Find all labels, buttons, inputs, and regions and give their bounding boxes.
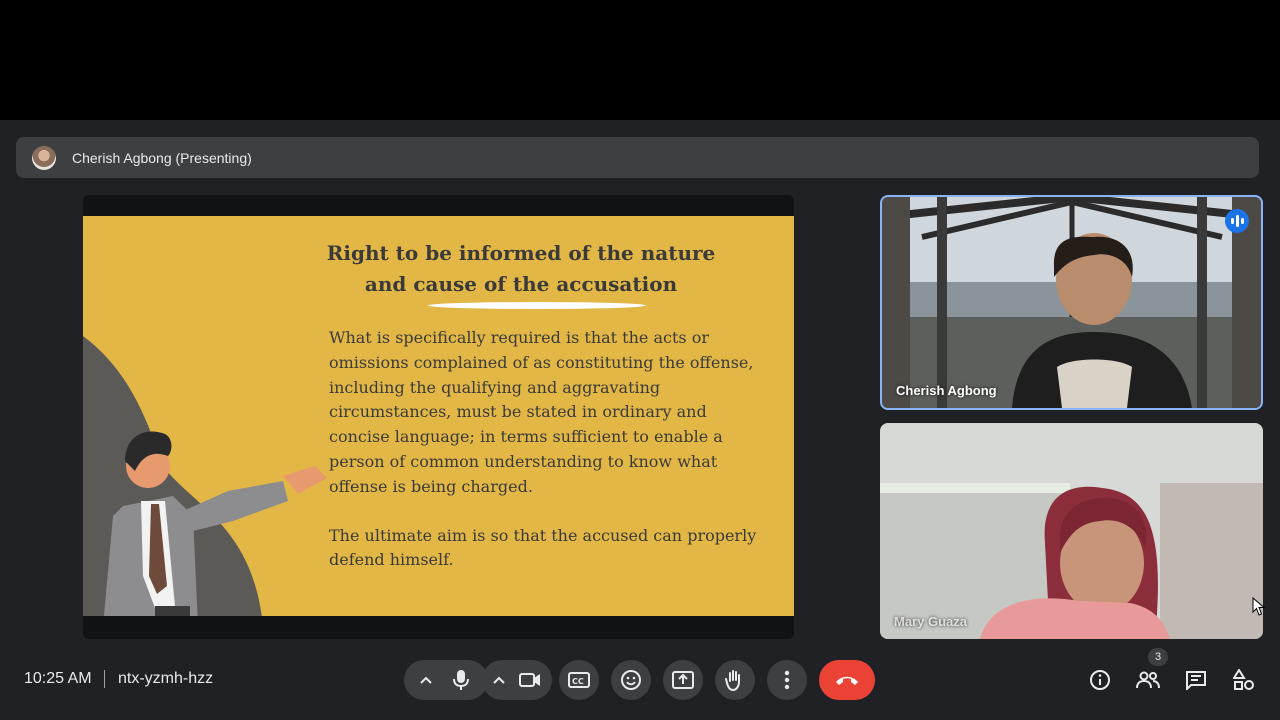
- participant-name: Cherish Agbong: [896, 383, 997, 398]
- present-icon[interactable]: [663, 660, 703, 700]
- presenter-label: Cherish Agbong (Presenting): [72, 149, 252, 166]
- people-icon[interactable]: [1132, 664, 1164, 696]
- brush-underline: [428, 302, 646, 309]
- meet-window: Cherish Agbong (Presenting) Right to be …: [0, 120, 1280, 720]
- slide-title-line1: Right to be informed of the nature: [326, 241, 716, 265]
- camera-icon[interactable]: [512, 672, 548, 688]
- mouse-cursor-icon: [1252, 597, 1266, 616]
- mic-control-group: [404, 660, 488, 700]
- presenter-avatar: [32, 145, 56, 170]
- presenter-banner: Cherish Agbong (Presenting): [16, 137, 1259, 178]
- participant-video-cherish: [882, 197, 1261, 408]
- presentation-slide: Right to be informed of the nature and c…: [83, 216, 794, 616]
- emoji-icon[interactable]: [611, 660, 651, 700]
- end-call-icon[interactable]: [819, 660, 875, 700]
- mic-icon[interactable]: [441, 669, 481, 691]
- slide-paragraph-2: The ultimate aim is so that the accused …: [329, 525, 757, 570]
- speaking-indicator-icon: [1225, 209, 1249, 233]
- footer-divider: [104, 670, 105, 688]
- more-options-icon[interactable]: [767, 660, 807, 700]
- meeting-code[interactable]: ntx-yzmh-hzz: [118, 670, 213, 688]
- raise-hand-icon[interactable]: [715, 660, 755, 700]
- slide-body: What is specifically required is that th…: [329, 326, 769, 597]
- camera-control-group: [482, 660, 552, 700]
- presenter-illustration: [83, 336, 327, 616]
- meeting-toolbar: 10:25 AM ntx-yzmh-hzz CC 3: [0, 648, 1280, 720]
- screen-share[interactable]: Right to be informed of the nature and c…: [83, 195, 794, 639]
- captions-icon[interactable]: CC: [559, 660, 599, 700]
- letterbox-top: [0, 0, 1280, 120]
- participant-tile-cherish[interactable]: Cherish Agbong: [880, 195, 1263, 410]
- slide-title: Right to be informed of the nature and c…: [321, 238, 721, 300]
- slide-paragraph-1: What is specifically required is that th…: [329, 328, 754, 496]
- camera-options-chevron-up-icon[interactable]: [486, 676, 512, 684]
- participant-video-mary: [880, 423, 1263, 639]
- chat-icon[interactable]: [1180, 664, 1212, 696]
- svg-text:CC: CC: [572, 677, 584, 686]
- meeting-clock: 10:25 AM: [24, 670, 92, 687]
- mic-options-chevron-up-icon[interactable]: [411, 676, 441, 684]
- activities-icon[interactable]: [1228, 664, 1260, 696]
- info-icon[interactable]: [1084, 664, 1116, 696]
- slide-title-line2: and cause of the accusation: [364, 272, 678, 296]
- participant-tile-mary[interactable]: Mary Guaza: [880, 423, 1263, 639]
- participant-name: Mary Guaza: [894, 614, 967, 629]
